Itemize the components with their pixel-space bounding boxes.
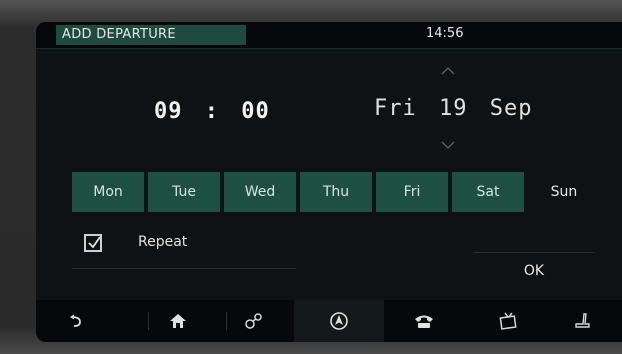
check-icon bbox=[88, 236, 101, 249]
connections-icon bbox=[245, 313, 262, 329]
page-title: ADD DEPARTURE bbox=[56, 25, 246, 45]
nav-home[interactable] bbox=[138, 300, 218, 342]
back-icon bbox=[70, 314, 81, 327]
day-toggle-sat[interactable]: Sat bbox=[452, 172, 524, 212]
phone-icon bbox=[415, 315, 433, 328]
day-toggle-fri[interactable]: Fri bbox=[376, 172, 448, 212]
day-value[interactable]: 19 bbox=[439, 96, 468, 121]
chevron-down-icon[interactable] bbox=[441, 140, 455, 154]
repeat-label: Repeat bbox=[138, 234, 188, 250]
minute-value[interactable]: 00 bbox=[241, 99, 270, 124]
bottom-nav bbox=[36, 300, 622, 342]
time-picker[interactable]: 09 : 00 bbox=[154, 99, 270, 124]
day-toggle-mon[interactable]: Mon bbox=[72, 172, 144, 212]
ok-button[interactable]: OK bbox=[474, 252, 594, 289]
home-icon bbox=[170, 314, 186, 328]
seat-icon bbox=[575, 313, 590, 328]
date-picker[interactable]: Fri 19 Sep bbox=[374, 96, 533, 121]
nav-media[interactable] bbox=[468, 300, 548, 342]
nav-phone[interactable] bbox=[384, 300, 464, 342]
day-toggle-sun[interactable]: Sun bbox=[528, 172, 600, 212]
nav-navigation[interactable] bbox=[294, 300, 384, 342]
day-selector: Mon Tue Wed Thu Fri Sat Sun bbox=[72, 172, 622, 212]
media-icon bbox=[499, 312, 517, 330]
day-toggle-tue[interactable]: Tue bbox=[148, 172, 220, 212]
weekday-value: Fri bbox=[374, 96, 417, 121]
divider bbox=[72, 268, 296, 269]
time-separator: : bbox=[204, 99, 219, 124]
nav-connections[interactable] bbox=[214, 300, 294, 342]
month-value[interactable]: Sep bbox=[490, 96, 533, 121]
day-toggle-wed[interactable]: Wed bbox=[224, 172, 296, 212]
day-toggle-thu[interactable]: Thu bbox=[300, 172, 372, 212]
repeat-checkbox[interactable] bbox=[84, 234, 102, 252]
navigation-icon bbox=[330, 312, 348, 330]
clock: 14:56 bbox=[426, 26, 464, 41]
nav-back[interactable] bbox=[36, 300, 116, 342]
nav-seat[interactable] bbox=[542, 300, 622, 342]
hour-value[interactable]: 09 bbox=[154, 99, 183, 124]
screen: ADD DEPARTURE 14:56 09 : 00 Fri 19 Sep M… bbox=[36, 22, 622, 342]
chevron-up-icon[interactable] bbox=[441, 66, 455, 80]
header-bar: ADD DEPARTURE 14:56 bbox=[36, 22, 622, 49]
